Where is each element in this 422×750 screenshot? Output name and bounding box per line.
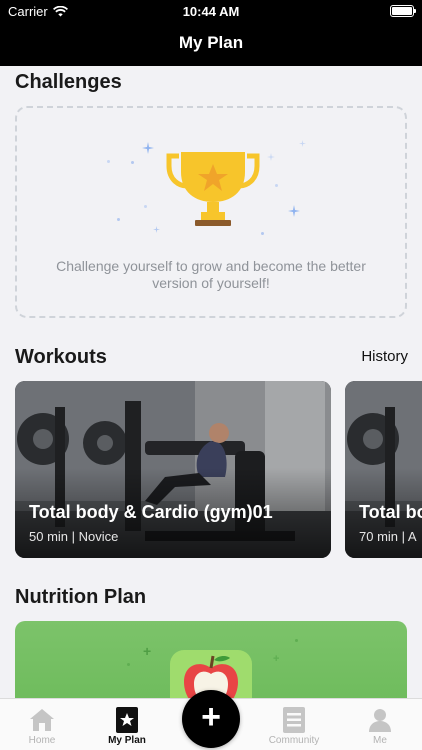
nutrition-title: Nutrition Plan xyxy=(15,586,147,608)
tab-label: My Plan xyxy=(108,735,146,746)
workout-card[interactable]: Total body & Cardio (gym)01 50 min | Nov… xyxy=(15,381,331,558)
battery-icon xyxy=(390,5,416,17)
sparkle-dot xyxy=(107,160,110,163)
home-icon xyxy=(30,709,54,731)
workout-meta: 70 min | A xyxy=(359,529,417,544)
sparkle-dot: + xyxy=(143,643,152,659)
sparkle-icon xyxy=(299,140,306,147)
sparkle-dot: + xyxy=(273,653,280,665)
add-button[interactable]: + xyxy=(182,690,240,748)
sparkle-dot xyxy=(295,639,298,642)
tab-community[interactable]: Community xyxy=(252,699,336,750)
my-plan-screen: Carrier 10:44 AM My Plan Challenges Chal… xyxy=(0,0,422,750)
sparkle-icon xyxy=(142,142,154,154)
challenges-message: Challenge yourself to grow and become th… xyxy=(56,258,366,291)
sparkle-icon xyxy=(288,205,300,217)
history-link[interactable]: History xyxy=(361,348,408,365)
sparkle-dot xyxy=(127,663,130,666)
list-icon xyxy=(283,707,305,733)
workout-card[interactable]: Total bo 70 min | A xyxy=(345,381,422,558)
plus-icon: + xyxy=(201,698,221,736)
sparkle-dot xyxy=(117,218,120,221)
workout-name: Total bo xyxy=(359,502,422,522)
challenges-card[interactable]: Challenge yourself to grow and become th… xyxy=(15,106,407,318)
person-icon xyxy=(369,709,391,732)
sparkle-icon xyxy=(153,226,160,233)
sparkle-dot xyxy=(275,184,278,187)
tab-my-plan[interactable]: My Plan xyxy=(85,699,169,750)
workout-meta: 50 min | Novice xyxy=(29,529,119,544)
workouts-title: Workouts xyxy=(15,346,107,368)
status-bar: Carrier 10:44 AM xyxy=(0,0,422,22)
workout-name: Total body & Cardio (gym)01 xyxy=(29,502,273,522)
nav-title: My Plan xyxy=(178,33,244,52)
sparkle-icon xyxy=(267,153,275,161)
top-bar: Carrier 10:44 AM My Plan xyxy=(0,0,422,66)
tab-label: Me xyxy=(373,735,387,746)
trophy-icon xyxy=(166,152,260,226)
tab-home[interactable]: Home xyxy=(0,699,84,750)
sparkle-dot xyxy=(261,232,264,235)
sparkle-dot xyxy=(144,205,147,208)
tab-label: Home xyxy=(28,735,56,746)
battery-nub xyxy=(414,9,416,13)
star-doc-icon xyxy=(116,707,138,733)
status-time: 10:44 AM xyxy=(182,4,240,19)
battery-fill xyxy=(392,7,412,15)
sparkle-dot xyxy=(131,161,134,164)
tab-label: Community xyxy=(268,735,320,746)
tab-me[interactable]: Me xyxy=(338,699,422,750)
challenges-title: Challenges xyxy=(15,71,122,93)
